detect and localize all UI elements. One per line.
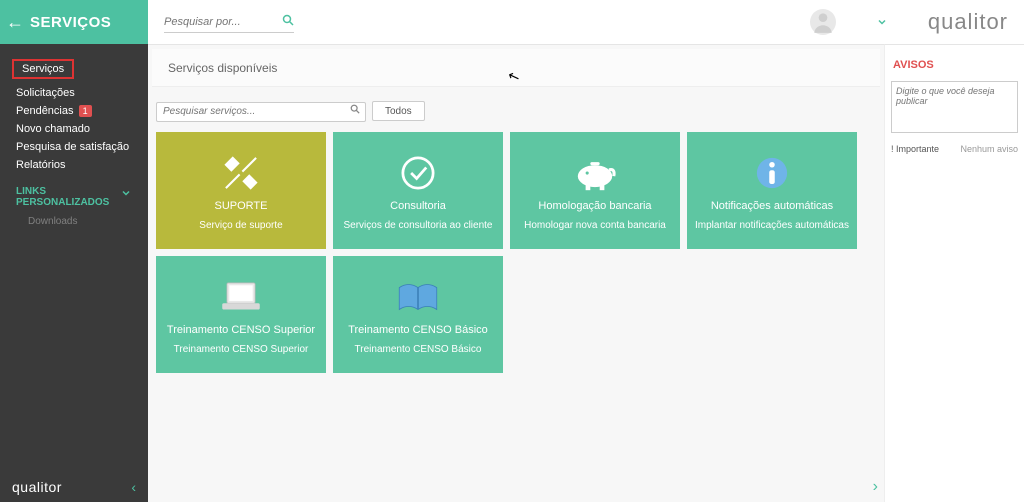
- laptop-icon: [216, 274, 266, 320]
- top-header: ← SERVIÇOS qualitor: [0, 0, 1024, 44]
- links-section[interactable]: LINKS PERSONALIZADOS: [0, 174, 148, 212]
- card-homologacao[interactable]: Homologação bancaria Homologar nova cont…: [510, 132, 680, 249]
- sidebar-item-label: Pendências: [16, 105, 74, 117]
- back-arrow-icon[interactable]: ←: [6, 12, 24, 33]
- footer-brand: qualitor: [12, 479, 62, 495]
- sidebar-footer: qualitor ‹: [0, 472, 148, 502]
- tools-icon: [219, 150, 263, 196]
- chevron-down-icon[interactable]: [876, 16, 888, 28]
- downloads-link[interactable]: Downloads: [0, 212, 148, 227]
- search-icon[interactable]: [350, 104, 360, 114]
- sidebar-item-servicos[interactable]: Serviços: [16, 56, 148, 84]
- post-textarea[interactable]: [891, 81, 1018, 133]
- right-panel: AVISOS ! Importante Nenhum aviso: [884, 44, 1024, 502]
- filter-row: Todos: [148, 91, 884, 128]
- card-subtitle: Treinamento CENSO Básico: [355, 344, 482, 355]
- avisos-title: AVISOS: [891, 59, 1018, 71]
- card-subtitle: Homologar nova conta bancaria: [524, 220, 666, 231]
- pendencias-badge: 1: [79, 105, 92, 117]
- panel-header: Serviços disponíveis: [152, 49, 880, 87]
- service-filter[interactable]: [156, 101, 366, 122]
- global-search-input[interactable]: [164, 12, 274, 32]
- sidebar-item-pesquisa[interactable]: Pesquisa de satisfação: [16, 138, 148, 156]
- card-suporte[interactable]: SUPORTE Serviço de suporte: [156, 132, 326, 249]
- main-content: Serviços disponíveis Todos SUPORTE Servi…: [148, 44, 884, 502]
- book-icon: [393, 274, 443, 320]
- search-icon[interactable]: [282, 14, 294, 26]
- avatar[interactable]: [810, 9, 836, 35]
- service-filter-input[interactable]: [156, 102, 366, 122]
- piggy-icon: [570, 150, 620, 196]
- sidebar-item-label: Serviços: [12, 59, 74, 79]
- card-title: Notificações automáticas: [711, 200, 833, 212]
- info-icon: [750, 150, 794, 196]
- card-title: Treinamento CENSO Básico: [348, 324, 488, 336]
- sidebar-item-relatorios[interactable]: Relatórios: [16, 156, 148, 174]
- card-title: Homologação bancaria: [538, 200, 651, 212]
- sidebar-item-novo-chamado[interactable]: Novo chamado: [16, 120, 148, 138]
- sidebar-menu: Serviços Solicitações Pendências 1 Novo …: [0, 44, 148, 174]
- card-title: Consultoria: [390, 200, 446, 212]
- collapse-sidebar-icon[interactable]: ‹: [131, 479, 136, 495]
- sidebar-item-solicitacoes[interactable]: Solicitações: [16, 84, 148, 102]
- brand-logo: qualitor: [928, 9, 1008, 35]
- important-label: ! Importante: [891, 144, 939, 154]
- card-subtitle: Implantar notificações automáticas: [695, 220, 849, 231]
- cards-grid: SUPORTE Serviço de suporte Consultoria S…: [148, 128, 884, 377]
- filter-all-button[interactable]: Todos: [372, 101, 425, 121]
- no-notice-label: Nenhum aviso: [960, 144, 1018, 154]
- card-consultoria[interactable]: Consultoria Serviços de consultoria ao c…: [333, 132, 503, 249]
- card-treinamento-basico[interactable]: Treinamento CENSO Básico Treinamento CEN…: [333, 256, 503, 373]
- sidebar-item-pendencias[interactable]: Pendências 1: [16, 102, 148, 120]
- card-notificacoes[interactable]: Notificações automáticas Implantar notif…: [687, 132, 857, 249]
- global-search[interactable]: [164, 12, 294, 33]
- card-treinamento-superior[interactable]: Treinamento CENSO Superior Treinamento C…: [156, 256, 326, 373]
- header-left: ← SERVIÇOS: [0, 0, 148, 44]
- header-right: qualitor: [148, 0, 1024, 44]
- chevron-down-icon[interactable]: [120, 187, 132, 199]
- card-subtitle: Serviços de consultoria ao cliente: [344, 220, 493, 231]
- app-title: SERVIÇOS: [30, 14, 111, 31]
- card-subtitle: Treinamento CENSO Superior: [174, 344, 309, 355]
- card-title: Treinamento CENSO Superior: [167, 324, 315, 336]
- links-title: LINKS PERSONALIZADOS: [0, 174, 120, 212]
- check-icon: [396, 150, 440, 196]
- user-area: qualitor: [810, 9, 1008, 35]
- card-subtitle: Serviço de suporte: [199, 220, 282, 231]
- notice-row: ! Importante Nenhum aviso: [891, 144, 1018, 154]
- panel-title: Serviços disponíveis: [168, 61, 277, 75]
- sidebar: Serviços Solicitações Pendências 1 Novo …: [0, 44, 148, 502]
- chevron-right-icon[interactable]: ›: [873, 478, 878, 496]
- card-title: SUPORTE: [215, 200, 268, 212]
